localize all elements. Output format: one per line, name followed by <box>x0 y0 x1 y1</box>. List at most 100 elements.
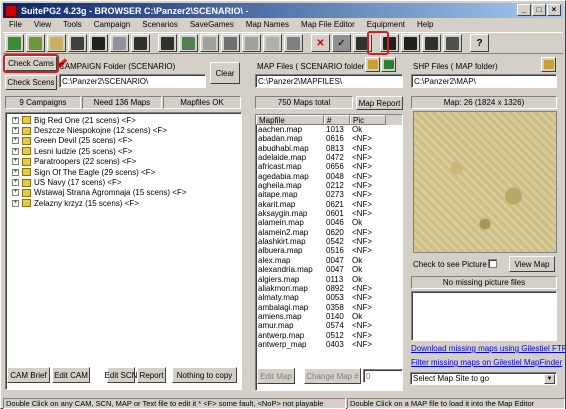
menu-map-file-editor[interactable]: Map File Editor <box>295 19 361 31</box>
folder-up-icon[interactable] <box>381 57 396 72</box>
expand-icon[interactable]: + <box>12 189 19 197</box>
map-site-select[interactable]: Select Map Site to go ▼ <box>410 372 557 385</box>
settings-icon[interactable]: ✓ <box>332 34 351 52</box>
table-row[interactable]: aksaygin.map 0601 <NF> <box>256 209 402 218</box>
table-row[interactable]: alexandria.map 0047 Ok <box>256 265 402 274</box>
minimize-button[interactable]: _ <box>517 4 531 16</box>
expand-icon[interactable]: + <box>12 158 19 166</box>
clear-button[interactable]: Clear <box>210 62 240 84</box>
map-report-button[interactable]: Map Report <box>356 96 403 110</box>
folder-icon[interactable] <box>221 34 240 52</box>
expand-icon[interactable]: + <box>12 116 19 124</box>
filter-mapfinder-link[interactable]: Filter missing maps on Gilestiel MapFind… <box>411 358 562 367</box>
edit-icon[interactable] <box>179 34 198 52</box>
copy-button[interactable]: Nothing to copy <box>172 367 237 383</box>
folder-open-icon[interactable] <box>541 57 556 72</box>
edit-scn-button[interactable]: Edit SCN <box>105 367 137 383</box>
list-item[interactable]: + Wstawaj Strana Agromnaja (15 scens) <F> <box>6 188 241 198</box>
table-row[interactable]: antwerp.map 0512 <NF> <box>256 331 402 340</box>
menu-savegames[interactable]: SaveGames <box>184 19 240 31</box>
menu-map-names[interactable]: Map Names <box>240 19 295 31</box>
list-item[interactable]: + Zelazny krzyz (15 scens) <F> <box>6 198 241 208</box>
list-item[interactable]: + Big Red One (21 scens) <F> <box>6 115 241 125</box>
col-mapfile[interactable]: Mapfile <box>256 115 324 125</box>
col-number[interactable]: # <box>324 115 350 125</box>
missing-picture-list[interactable] <box>411 291 557 341</box>
menu-campaign[interactable]: Campaign <box>88 19 136 31</box>
export-icon[interactable] <box>200 34 219 52</box>
expand-icon[interactable]: + <box>12 179 19 187</box>
layout-icon[interactable] <box>422 34 441 52</box>
table-row[interactable]: aachen.map 1013 Ok <box>256 125 402 134</box>
expand-icon[interactable]: + <box>12 199 19 207</box>
table-row[interactable]: amur.map 0574 <NF> <box>256 321 402 330</box>
list-item[interactable]: + Green Devil (25 scens) <F> <box>6 136 241 146</box>
map-folder-field[interactable]: C:\Panzer2\MAPFILES\ <box>255 74 403 88</box>
table-row[interactable]: africast.map 0656 <NF> <box>256 162 402 171</box>
menu-file[interactable]: File <box>3 19 28 31</box>
menu-tools[interactable]: Tools <box>57 19 88 31</box>
help-icon[interactable]: ? <box>470 34 489 52</box>
menu-equipment[interactable]: Equipment <box>361 19 411 31</box>
star-icon[interactable] <box>401 34 420 52</box>
expand-icon[interactable]: + <box>12 147 19 155</box>
table-row[interactable]: akarit.map 0621 <NF> <box>256 200 402 209</box>
report-button[interactable]: Report <box>137 367 166 383</box>
download-ftp-link[interactable]: Download missing maps using Gilestiel FT… <box>411 344 566 353</box>
chevron-down-icon[interactable]: ▼ <box>544 374 555 384</box>
edit-map-button[interactable]: Edit Map <box>257 368 295 384</box>
table-row[interactable]: agedabia.map 0048 <NF> <box>256 172 402 181</box>
table-row[interactable]: alamein2.map 0620 <NF> <box>256 228 402 237</box>
maximize-button[interactable]: □ <box>532 4 546 16</box>
expand-icon[interactable]: + <box>12 168 19 176</box>
save-icon[interactable] <box>110 34 129 52</box>
menu-scenarios[interactable]: Scenarios <box>136 19 184 31</box>
list-item[interactable]: + Deszcze Niespokojne (12 scens) <F> <box>6 125 241 135</box>
table-row[interactable]: agheila.map 0212 <NF> <box>256 181 402 190</box>
view-map-button[interactable]: View Map <box>509 256 555 272</box>
refresh-icon[interactable] <box>242 34 261 52</box>
close-icon[interactable]: ✕ <box>311 34 330 52</box>
col-pic[interactable]: Pic <box>350 115 386 125</box>
close-button[interactable]: × <box>547 4 561 16</box>
change-map-button[interactable]: Change Map # <box>304 368 361 384</box>
table-row[interactable]: almaty.map 0053 <NF> <box>256 293 402 302</box>
table-row[interactable]: alamein.map 0046 Ok <box>256 218 402 227</box>
wrench-icon[interactable] <box>263 34 282 52</box>
table-row[interactable]: albuera.map 0516 <NF> <box>256 246 402 255</box>
menu-help[interactable]: Help <box>411 19 439 31</box>
cam-brief-button[interactable]: CAM Brief <box>7 367 50 383</box>
table-row[interactable]: antwerp_map 0403 <NF> <box>256 340 402 349</box>
map-icon[interactable] <box>47 34 66 52</box>
map-table[interactable]: Mapfile # Pic aachen.map 1013 Ok abadan.map… <box>255 114 403 391</box>
check-scens-button[interactable]: Check Scens <box>5 75 57 90</box>
equipment-icon[interactable] <box>89 34 108 52</box>
table-row[interactable]: alashkirt.map 0542 <NF> <box>256 237 402 246</box>
disk-icon[interactable] <box>131 34 150 52</box>
folder-open-icon[interactable] <box>365 57 380 72</box>
shp-folder-field[interactable]: C:\Panzer2\MAP\ <box>411 74 557 88</box>
picture-icon[interactable] <box>68 34 87 52</box>
table-row[interactable]: ambalagi.map 0358 <NF> <box>256 303 402 312</box>
expand-icon[interactable]: + <box>12 137 19 145</box>
campaign-icon[interactable] <box>5 34 24 52</box>
table-row[interactable]: algiers.map 0113 Ok <box>256 275 402 284</box>
check-picture-checkbox[interactable] <box>488 259 497 268</box>
list-item[interactable]: + Sign Of The Eagle (29 scens) <F> <box>6 167 241 177</box>
scenario-icon[interactable] <box>26 34 45 52</box>
table-row[interactable]: adelaide.map 0472 <NF> <box>256 153 402 162</box>
table-row[interactable]: amiens.map 0140 Ok <box>256 312 402 321</box>
campaign-tree[interactable]: + Big Red One (21 scens) <F> + Deszcze Nie… <box>5 112 242 390</box>
campaign-folder-field[interactable]: C:\Panzer2\SCENARIO\ <box>59 74 206 88</box>
menu-view[interactable]: View <box>28 19 57 31</box>
table-row[interactable]: abadan.map 0616 <NF> <box>256 134 402 143</box>
table-row[interactable]: aliakmon.map 0892 <NF> <box>256 284 402 293</box>
change-map-field[interactable]: 0 <box>363 369 403 383</box>
list-item[interactable]: + Lesni ludzie (25 scens) <F> <box>6 146 241 156</box>
table-icon[interactable] <box>443 34 462 52</box>
table-row[interactable]: alex.map 0047 Ok <box>256 256 402 265</box>
table-row[interactable]: abudhabi.map 0813 <NF> <box>256 144 402 153</box>
table-row[interactable]: aitape.map 0273 <NF> <box>256 190 402 199</box>
check-icon[interactable] <box>284 34 303 52</box>
edit-cam-button[interactable]: Edit CAM <box>52 367 90 383</box>
